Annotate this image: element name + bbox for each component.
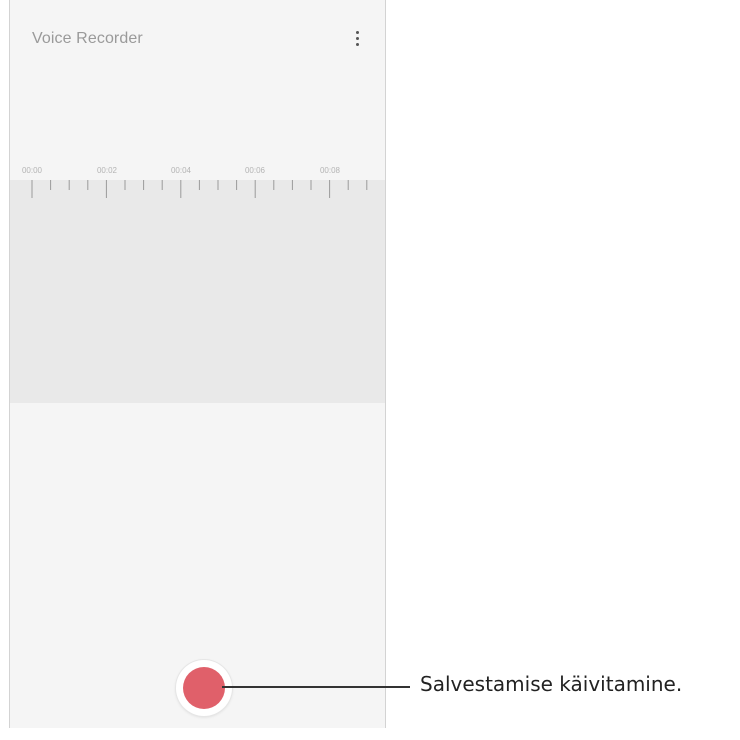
- record-button[interactable]: [176, 660, 232, 716]
- time-label: 00:06: [244, 166, 266, 175]
- timeline-labels: 00:00 00:02 00:04 00:06 00:08: [10, 166, 385, 178]
- time-label: 00:02: [96, 166, 118, 175]
- record-icon: [183, 667, 225, 709]
- time-label: 00:00: [21, 166, 43, 175]
- more-vertical-icon: [355, 30, 359, 34]
- app-title: Voice Recorder: [32, 30, 143, 47]
- ruler-ticks: [31, 180, 368, 198]
- time-label: 00:04: [170, 166, 192, 175]
- manual-illustration: Voice Recorder 00:00 00:02 00:04 00:06 0…: [0, 0, 740, 740]
- phone-screen: Voice Recorder 00:00 00:02 00:04 00:06 0…: [9, 0, 386, 728]
- more-options-button[interactable]: [347, 24, 367, 52]
- more-vertical-icon-dot-2: [355, 36, 359, 40]
- callout-line: [222, 686, 410, 688]
- more-vertical-icon-dot-3: [355, 42, 359, 46]
- time-label: 00:08: [319, 166, 341, 175]
- timeline-ruler: 00:00 00:02 00:04 00:06 00:08: [10, 160, 385, 200]
- app-header: Voice Recorder: [10, 0, 385, 80]
- waveform-area: [10, 180, 385, 403]
- callout-label: Salvestamise käivitamine.: [420, 672, 683, 696]
